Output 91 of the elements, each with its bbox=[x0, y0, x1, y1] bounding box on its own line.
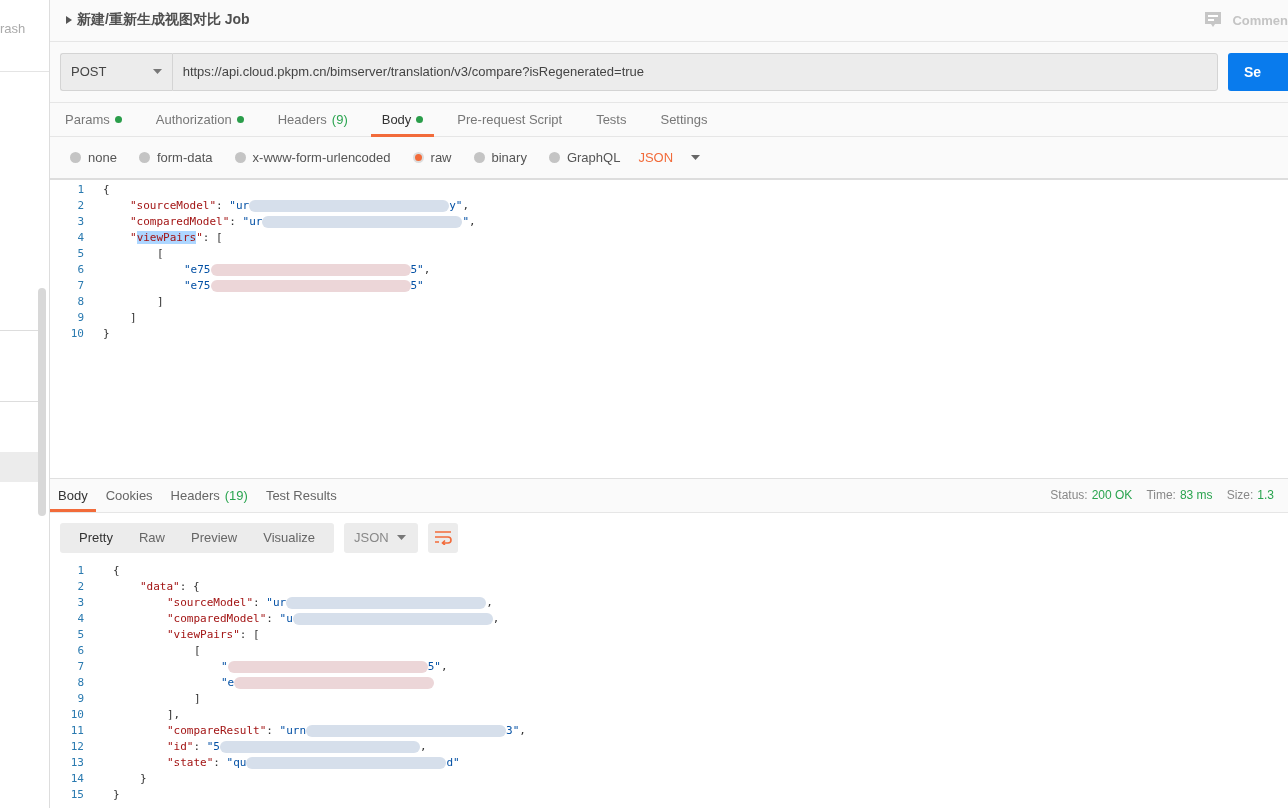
line-number: 10 bbox=[69, 327, 84, 341]
request-tab[interactable]: Params bbox=[54, 102, 133, 137]
line-number: 10 bbox=[69, 708, 84, 722]
code-line: "sourceModel": "ur , bbox=[167, 596, 493, 610]
line-number: 4 bbox=[76, 612, 84, 626]
code-line: "e bbox=[221, 676, 435, 690]
code-line: "e75 5" bbox=[184, 279, 424, 293]
line-number: 8 bbox=[76, 295, 84, 309]
view-tab[interactable]: Raw bbox=[125, 530, 178, 546]
line-number: 5 bbox=[76, 247, 84, 261]
caret-icon[interactable] bbox=[66, 16, 72, 25]
code-line: "comparedModel": "ur ", bbox=[130, 215, 476, 229]
caret-down-icon bbox=[691, 154, 701, 160]
code-line: "viewPairs": [ bbox=[130, 231, 223, 245]
response-tab[interactable]: Test Results bbox=[257, 478, 345, 512]
line-number: 8 bbox=[76, 676, 84, 690]
line-number: 6 bbox=[76, 263, 84, 277]
request-tab[interactable]: Pre-request Script bbox=[446, 102, 574, 137]
line-number: 13 bbox=[69, 756, 84, 770]
stat-label: Size: bbox=[1226, 488, 1254, 503]
code-line: "e75 5", bbox=[184, 263, 431, 277]
line-number: 3 bbox=[76, 596, 84, 610]
scrollbar[interactable] bbox=[38, 288, 46, 516]
code-line: ] bbox=[157, 295, 164, 309]
line-number: 7 bbox=[76, 279, 84, 293]
url-field[interactable]: https://api.cloud.pkpm.cn/bimserver/translation/v3/compare?isRegenerated=true bbox=[171, 52, 1218, 91]
caret-down-icon bbox=[397, 535, 407, 541]
wrap-lines-icon bbox=[434, 530, 453, 545]
body-type-radio[interactable]: raw bbox=[412, 149, 452, 165]
code-line: { bbox=[103, 183, 110, 197]
line-number: 2 bbox=[76, 580, 84, 594]
view-tab[interactable]: Preview bbox=[178, 530, 251, 546]
code-line: ] bbox=[130, 311, 137, 325]
line-number: 4 bbox=[76, 231, 84, 245]
format-dropdown[interactable]: JSON bbox=[638, 149, 701, 165]
code-line: } bbox=[113, 788, 120, 802]
line-number: 11 bbox=[69, 724, 84, 738]
request-tab[interactable]: Body bbox=[370, 102, 435, 137]
method-dropdown[interactable]: POST bbox=[60, 52, 172, 91]
wrap-button[interactable] bbox=[428, 522, 459, 553]
request-tab[interactable]: Tests bbox=[585, 102, 638, 137]
request-tab[interactable]: Settings bbox=[649, 102, 719, 137]
code-line: "viewPairs": [ bbox=[167, 628, 260, 642]
line-number: 6 bbox=[76, 644, 84, 658]
code-line: "compareResult": "urn 3", bbox=[167, 724, 526, 738]
code-line: " 5", bbox=[221, 660, 448, 674]
line-number: 15 bbox=[69, 788, 84, 802]
format-dropdown[interactable]: JSON bbox=[344, 522, 419, 553]
line-number: 12 bbox=[69, 740, 84, 754]
line-number: 14 bbox=[69, 772, 84, 786]
request-tab[interactable]: Headers (9) bbox=[266, 102, 359, 137]
code-line: [ bbox=[157, 247, 164, 261]
code-line: { bbox=[113, 564, 120, 578]
body-type-radio[interactable]: binary bbox=[473, 149, 527, 165]
line-number: 3 bbox=[76, 215, 84, 229]
stat-value: 1.3 bbox=[1257, 488, 1274, 503]
code-line: "state": "qu d" bbox=[167, 756, 460, 770]
view-tab[interactable]: Visualize bbox=[250, 530, 329, 546]
comment-icon[interactable] bbox=[1205, 12, 1222, 29]
body-type-radio[interactable]: none bbox=[70, 149, 117, 165]
body-type-radio[interactable]: x-www-form-urlencoded bbox=[234, 149, 391, 165]
line-number: 5 bbox=[76, 628, 84, 642]
body-type-radio[interactable]: GraphQL bbox=[548, 149, 621, 165]
stat-value: 200 OK bbox=[1091, 488, 1133, 503]
line-number: 9 bbox=[76, 692, 84, 706]
stat-value: 83 ms bbox=[1179, 488, 1213, 503]
line-number: 1 bbox=[76, 564, 84, 578]
stat-label: Status: bbox=[1050, 488, 1088, 503]
code-line: "comparedModel": "u , bbox=[167, 612, 500, 626]
line-number: 9 bbox=[76, 311, 84, 325]
request-tab[interactable]: Authorization bbox=[144, 102, 255, 137]
code-line: "id": "5 , bbox=[167, 740, 427, 754]
line-number: 1 bbox=[76, 183, 84, 197]
response-tab[interactable]: Cookies bbox=[97, 478, 161, 512]
send-button[interactable]: Se bbox=[1228, 52, 1288, 91]
stat-label: Time: bbox=[1146, 488, 1176, 503]
response-tab[interactable]: Headers (19) bbox=[162, 478, 256, 512]
body-type-radio[interactable]: form-data bbox=[138, 149, 213, 165]
code-line: ] bbox=[194, 692, 201, 706]
view-tab[interactable]: Pretty bbox=[66, 530, 126, 546]
code-line: [ bbox=[194, 644, 201, 658]
code-line: "data": { bbox=[140, 580, 200, 594]
line-number: 2 bbox=[76, 199, 84, 213]
code-line: } bbox=[103, 327, 110, 341]
caret-down-icon bbox=[152, 69, 162, 75]
code-line: ], bbox=[167, 708, 181, 722]
sidebar-row[interactable] bbox=[0, 452, 38, 482]
request-title: 新建/重新生成视图对比 Job bbox=[77, 11, 250, 30]
line-number: 7 bbox=[76, 660, 84, 674]
code-line: "sourceModel": "ur y", bbox=[130, 199, 470, 213]
code-line: } bbox=[140, 772, 147, 786]
